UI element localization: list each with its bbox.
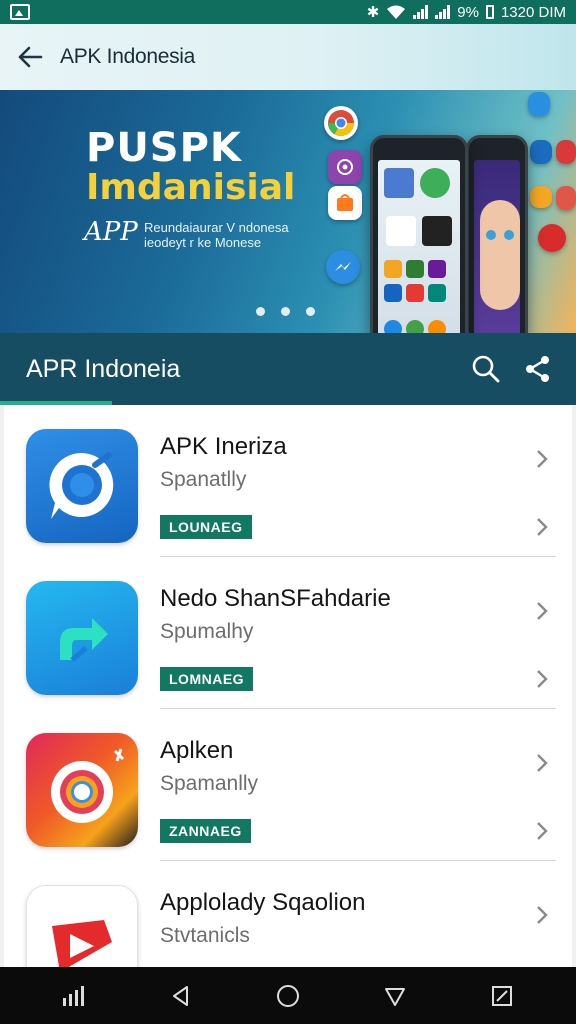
nav-back-button[interactable]: [159, 974, 203, 1018]
chevron-right-icon[interactable]: [530, 515, 554, 539]
app-category: Spumalhy: [160, 620, 254, 643]
chevron-right-icon[interactable]: [530, 667, 554, 691]
phone-mockup-front: [370, 135, 468, 333]
banner-title: PUSPK: [86, 125, 242, 171]
list-item[interactable]: Applolady Sqaolion Stvtanicls: [4, 861, 572, 967]
app-list: APK Ineriza Spanatlly LOUNAEG Nedo ShanS…: [4, 405, 572, 967]
gallery-notification-icon: [10, 4, 30, 20]
side-app-icon-2: [530, 140, 552, 164]
list-item[interactable]: Nedo ShanSFahdarie Spumalhy LOMNAEG: [4, 557, 572, 709]
podcast-app-icon: [328, 150, 362, 184]
battery-icon: [485, 5, 494, 19]
nav-back-icon: [172, 985, 188, 1006]
app-name: Aplken: [160, 737, 234, 764]
back-arrow-icon: [18, 46, 43, 68]
bluetooth-icon: ✱: [366, 4, 380, 21]
signal-icon-2: [435, 5, 451, 19]
banner-subtitle: Imdanisial: [86, 167, 296, 208]
chevron-right-icon[interactable]: [530, 751, 554, 775]
list-item[interactable]: APK Ineriza Spanatlly LOUNAEG: [4, 405, 572, 557]
chevron-right-icon[interactable]: [530, 599, 554, 623]
carousel-dot[interactable]: [306, 307, 315, 316]
signal-bars-icon: [62, 985, 84, 1006]
side-app-icon-1: [528, 92, 550, 116]
banner-tagline-line2: ieodeyt r ke Monese: [144, 235, 262, 250]
ring-app-icon: [26, 733, 138, 847]
status-right: ✱ 9% 1320 DIM: [366, 3, 566, 22]
chevron-right-icon[interactable]: [530, 903, 554, 927]
status-time: 1320 DIM: [500, 3, 566, 21]
search-button[interactable]: [466, 349, 506, 389]
chevron-right-icon[interactable]: [530, 447, 554, 471]
angry-bird-icon: [538, 224, 566, 252]
battery-text: 9%: [457, 3, 479, 21]
chevron-right-icon[interactable]: [530, 819, 554, 843]
back-button[interactable]: [0, 24, 60, 90]
status-bar: ✱ 9% 1320 DIM: [0, 0, 576, 24]
shield-down-icon: [385, 987, 406, 1006]
app-badge[interactable]: LOUNAEG: [160, 515, 252, 539]
app-category: Stvtanicls: [160, 924, 250, 947]
app-badge[interactable]: ZANNAEG: [160, 819, 251, 843]
share-icon: [526, 356, 549, 382]
store-app-icon: [328, 186, 362, 220]
app-name: Applolady Sqaolion: [160, 889, 366, 916]
system-nav-bar: [0, 967, 576, 1024]
app-name: APK Ineriza: [160, 433, 287, 460]
play-icon: [26, 885, 138, 967]
carousel-dot[interactable]: [281, 307, 290, 316]
page-title: APK Indonesia: [60, 45, 196, 68]
nav-recents-button[interactable]: [480, 974, 524, 1018]
banner-tagline: Reundaiaurar V ndonesa ieodeyt r ke Mone…: [144, 220, 314, 250]
share-arrow-icon: [26, 581, 138, 695]
side-app-icon-4: [530, 186, 552, 208]
messenger-app-icon: [326, 250, 360, 284]
carousel-dots[interactable]: [256, 307, 315, 316]
toolbar-actions: [466, 349, 558, 389]
app-category: Spamanlly: [160, 772, 259, 795]
wifi-icon: [387, 5, 406, 19]
signal-bars-button[interactable]: [52, 974, 96, 1018]
section-toolbar: APR Indoneia: [0, 333, 576, 405]
carousel-dot[interactable]: [256, 307, 265, 316]
chat-bubble-icon: [26, 429, 138, 543]
list-item[interactable]: Aplken Spamanlly ZANNAEG: [4, 709, 572, 861]
home-circle-icon: [276, 984, 299, 1007]
nav-home-button[interactable]: [266, 974, 310, 1018]
screen: ✱ 9% 1320 DIM APK Indonesia PUSPK Imdani…: [0, 0, 576, 1024]
signal-icon: [413, 5, 429, 19]
banner-tagline-line1: Reundaiaurar V ndonesa: [144, 220, 289, 235]
recents-square-icon: [492, 985, 513, 1006]
banner-app-label: APP: [84, 217, 138, 247]
app-badge[interactable]: LOMNAEG: [160, 667, 254, 691]
side-app-icon-5: [556, 186, 576, 210]
phone-mockup-back: [466, 135, 528, 333]
chrome-icon: [324, 106, 358, 140]
search-icon: [472, 355, 500, 383]
share-button[interactable]: [518, 349, 558, 389]
nav-assistant-button[interactable]: [373, 974, 417, 1018]
app-header: APK Indonesia: [0, 24, 576, 90]
section-title: APR Indoneia: [26, 354, 181, 383]
side-app-icon-3: [556, 140, 576, 164]
app-category: Spanatlly: [160, 468, 247, 491]
app-name: Nedo ShanSFahdarie: [160, 585, 391, 612]
promo-banner[interactable]: PUSPK Imdanisial APP Reundaiaurar V ndon…: [0, 90, 576, 333]
